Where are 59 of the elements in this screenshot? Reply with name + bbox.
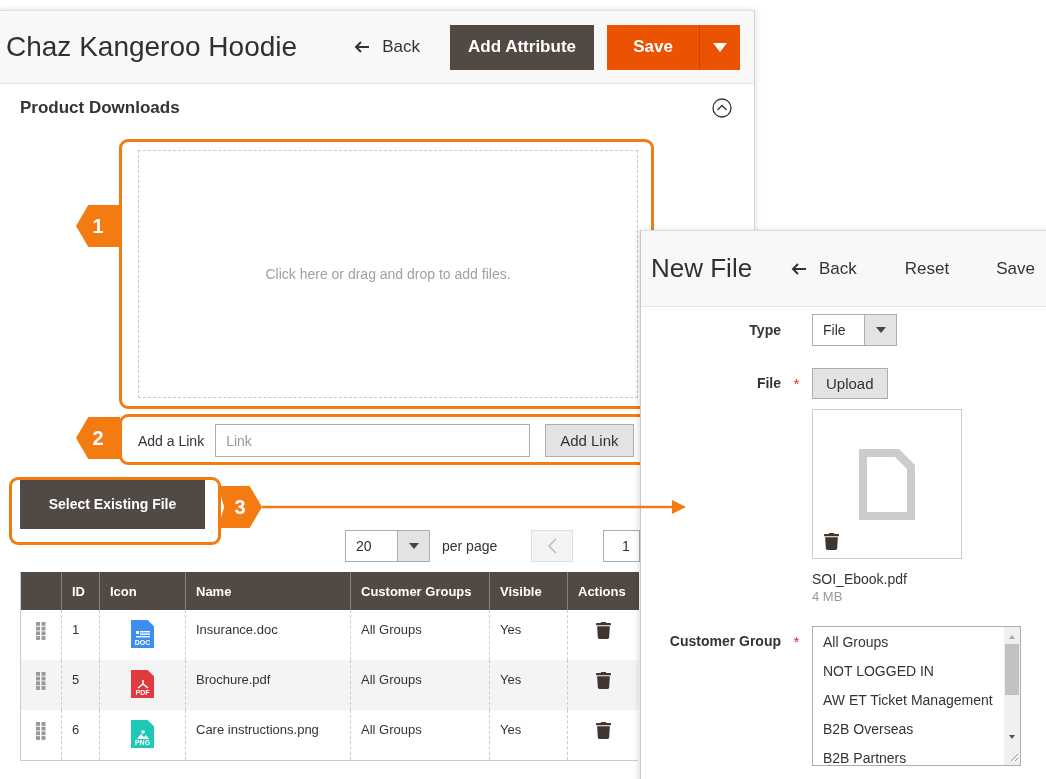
back-arrow-icon [791,261,807,276]
scrollbar[interactable] [1004,627,1020,765]
page-title: Chaz Kangeroo Hoodie [6,31,299,63]
upload-button[interactable]: Upload [812,368,888,399]
link-input[interactable]: Link [215,424,531,457]
list-option[interactable]: B2B Partners [823,749,1004,765]
save-dropdown-button[interactable] [699,24,740,70]
list-option[interactable]: All Groups [823,633,1004,652]
drag-handle-icon[interactable] [36,722,46,740]
file-name: SOI_Ebook.pdf [812,571,908,587]
back-link[interactable]: Back [354,37,421,57]
per-page-label: per page [442,538,499,554]
save-link[interactable]: Save [996,258,1035,279]
table-header-cell [21,572,61,610]
column-header: Customer Groups [350,572,489,610]
caret-icon [875,327,886,333]
customer-group-list[interactable]: All Groups NOT LOGGED IN AW ET Ticket Management B2B Overseas B2B Partners [812,626,1021,766]
column-header: ID [61,572,99,610]
drag-handle-icon[interactable] [36,672,46,690]
document-icon [859,448,915,520]
column-header: Icon [99,572,185,610]
column-header: Name [185,572,350,610]
column-header: Actions [567,572,639,610]
column-header: Visible [489,572,567,610]
required-mark: * [792,633,801,650]
list-option[interactable]: B2B Overseas [823,720,1004,739]
panel-title: New File [651,253,754,284]
type-label: Type [749,322,781,338]
delete-icon[interactable] [595,672,612,689]
delete-icon[interactable] [595,722,612,739]
table-cell: All Groups [350,660,489,710]
customer-group-label: Customer Group [669,633,781,649]
add-link-button[interactable]: Add Link [545,424,634,457]
file-size: 4 MB [812,589,844,604]
type-select[interactable]: File [812,314,897,346]
list-option[interactable]: NOT LOGGED IN [823,662,1004,681]
table-cell: Brochure.pdf [185,660,350,710]
page-number-field[interactable]: 1 [603,530,640,562]
drag-handle-icon[interactable] [36,622,46,640]
per-page-select[interactable]: 20 [345,530,430,562]
collapse-icon[interactable] [712,98,732,118]
delete-icon[interactable] [595,622,612,639]
back-link[interactable]: Back [791,258,857,279]
select-existing-file-button[interactable]: Select Existing File [20,479,205,529]
delete-icon[interactable] [823,533,840,550]
table-cell: Yes [489,660,567,710]
back-arrow-icon [354,40,371,54]
table-cell: 5 [61,660,99,710]
caret-icon [408,543,419,549]
required-mark: * [792,375,801,392]
add-attribute-button[interactable]: Add Attribute [450,24,594,70]
section-title: Product Downloads [20,98,180,118]
list-option[interactable]: AW ET Ticket Management [823,691,1004,710]
caret-icon [713,42,727,52]
chevron-left-icon [547,538,557,554]
link-label: Add a Link [138,432,205,449]
file-label: File [756,375,781,391]
reset-link[interactable]: Reset [904,258,950,279]
save-button[interactable]: Save [607,24,699,70]
